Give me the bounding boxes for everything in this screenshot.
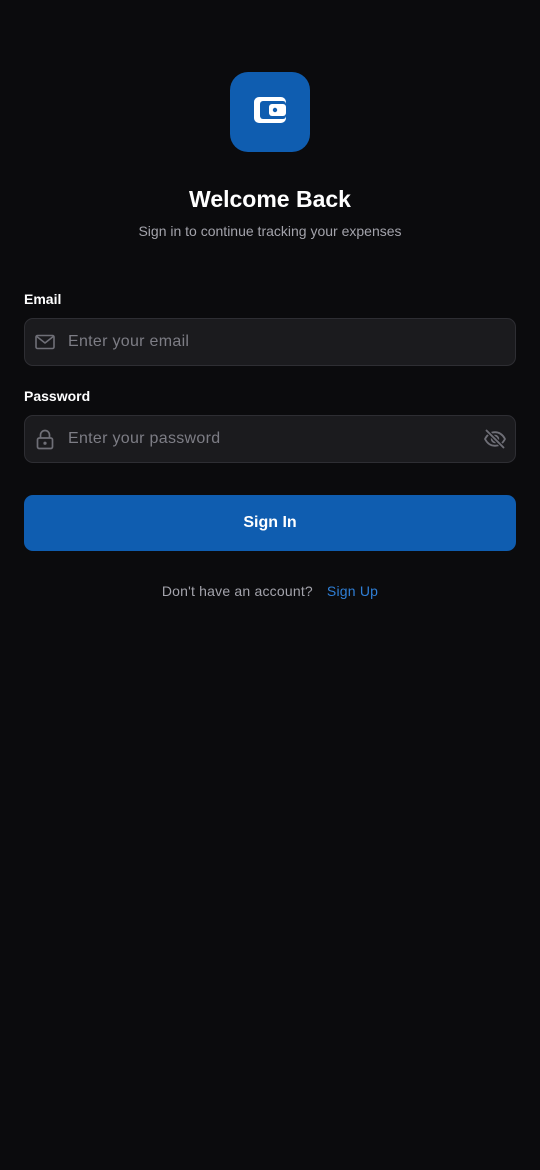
page-title: Welcome Back — [189, 186, 351, 212]
sign-up-prompt-text: Don't have an account? — [161, 583, 313, 599]
mail-icon — [34, 331, 56, 353]
page-subtitle: Sign in to continue tracking your expens… — [138, 223, 402, 239]
sign-in-button[interactable]: Sign In — [24, 495, 516, 551]
sign-up-prompt: Don't have an account? Sign Up — [0, 580, 540, 602]
email-input[interactable] — [68, 320, 515, 364]
password-label: Password — [24, 388, 91, 404]
app-logo — [230, 72, 310, 152]
wallet-icon — [253, 95, 287, 130]
email-field[interactable] — [24, 318, 516, 366]
eye-off-icon[interactable] — [483, 427, 507, 451]
password-input[interactable] — [68, 417, 483, 461]
sign-up-link[interactable]: Sign Up — [327, 583, 378, 599]
sign-in-screen: Welcome Back Sign in to continue trackin… — [0, 0, 540, 1170]
email-label: Email — [24, 291, 62, 307]
password-field[interactable] — [24, 415, 516, 463]
lock-icon — [34, 428, 56, 450]
